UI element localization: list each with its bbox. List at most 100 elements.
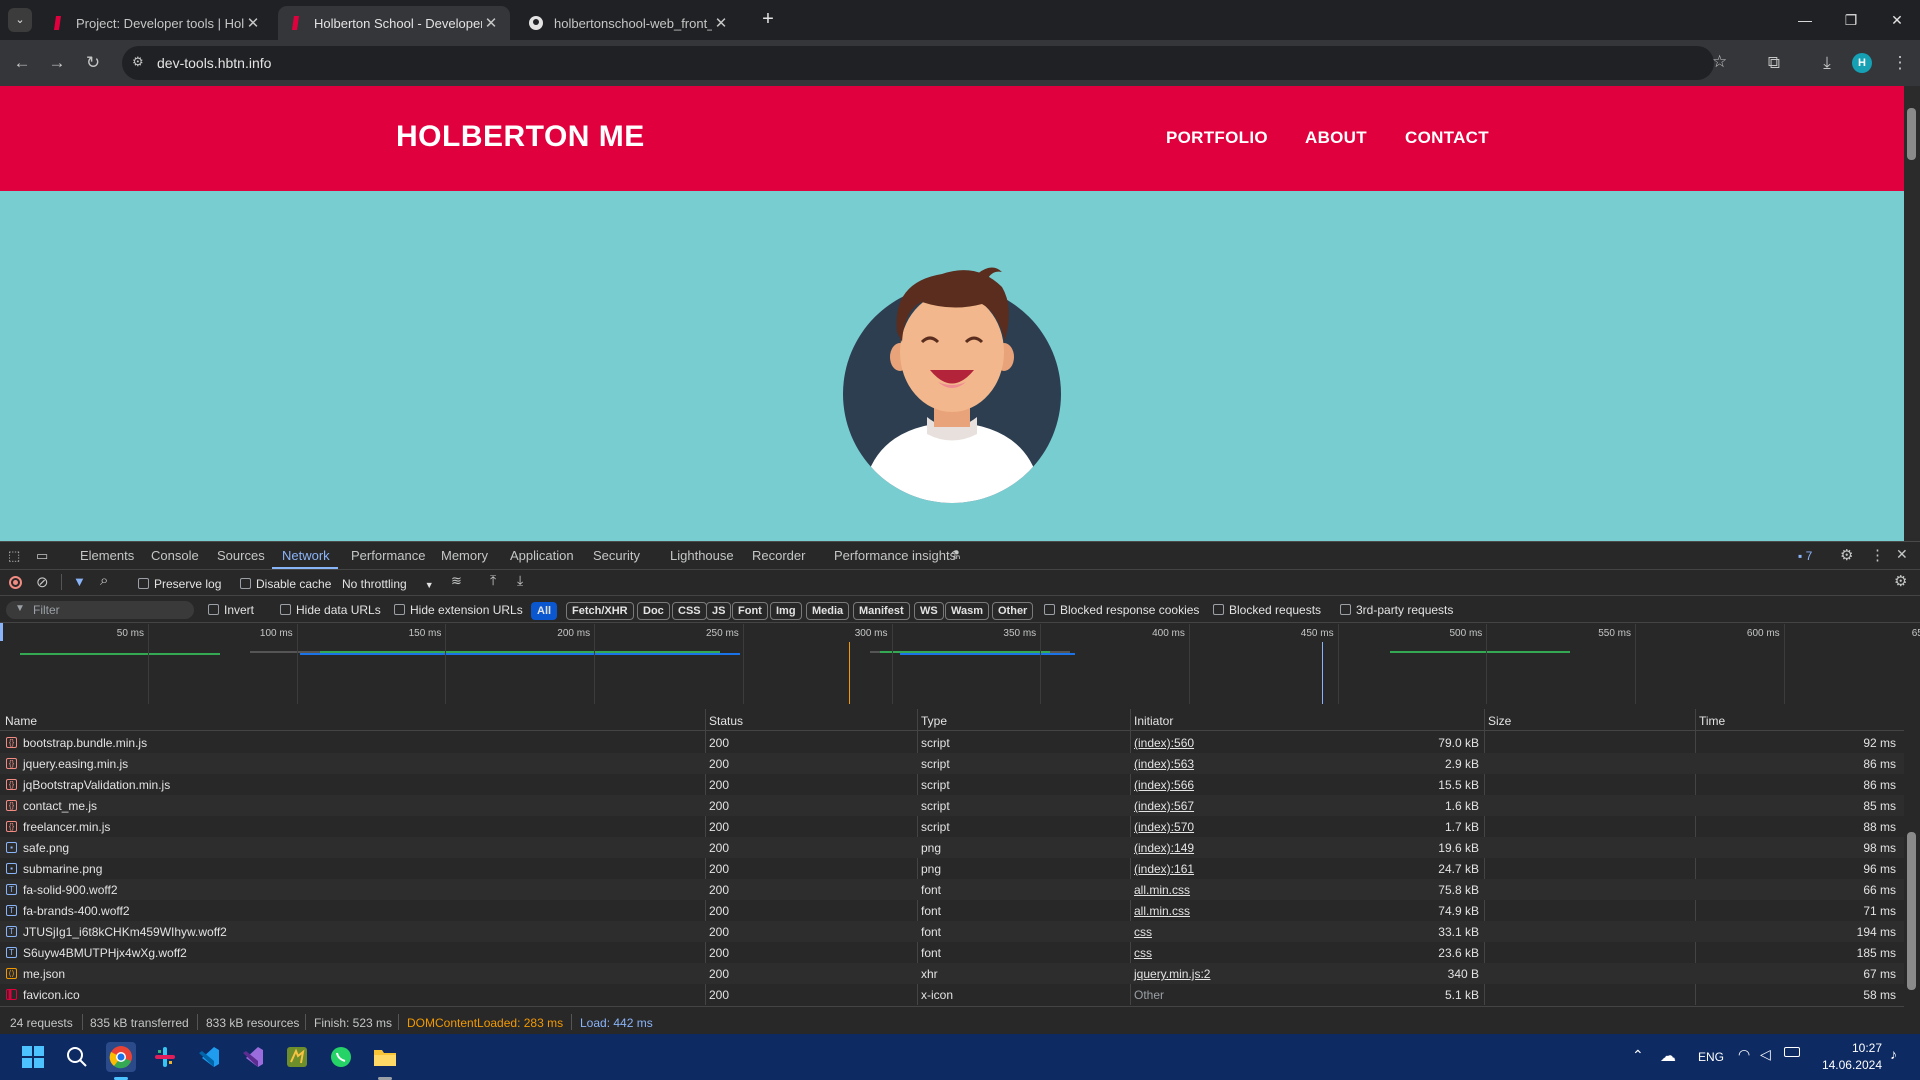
minimize-window-button[interactable]: —	[1782, 8, 1828, 32]
whatsapp-icon[interactable]	[326, 1042, 356, 1072]
type-filter-all[interactable]: All	[531, 602, 558, 620]
cell-initiator[interactable]: Other	[1134, 988, 1164, 1002]
bookmark-star-icon[interactable]: ☆	[1712, 52, 1727, 72]
extensions-icon[interactable]: ⧉	[1762, 53, 1786, 73]
search-icon[interactable]	[62, 1042, 92, 1072]
notifications-bell-icon[interactable]: ♪	[1890, 1046, 1897, 1062]
chrome-icon[interactable]	[106, 1042, 136, 1072]
blocked-requests-checkbox[interactable]: Blocked requests	[1213, 603, 1321, 617]
type-filter-other[interactable]: Other	[992, 602, 1034, 620]
cell-initiator[interactable]: (index):161	[1134, 862, 1194, 876]
table-row[interactable]: ▪ submarine.png 200 png (index):161 24.7 kB 96…	[0, 858, 1904, 879]
issues-badge[interactable]: ▪ 7	[1798, 549, 1812, 563]
restore-window-button[interactable]: ❐	[1828, 8, 1874, 32]
download-icon[interactable]: ⤓	[1815, 53, 1839, 73]
timeline-handle-left[interactable]	[0, 623, 3, 641]
close-tab-icon[interactable]: ✕	[712, 14, 730, 32]
devtools-settings-icon[interactable]: ⚙	[1840, 546, 1853, 564]
cell-initiator[interactable]: jquery.min.js:2	[1134, 967, 1210, 981]
back-icon[interactable]: ←	[10, 53, 34, 73]
network-settings-icon[interactable]: ⚙	[1894, 572, 1907, 590]
close-tab-icon[interactable]: ✕	[482, 14, 500, 32]
profile-avatar[interactable]: H	[1852, 53, 1872, 73]
table-row[interactable]: T S6uyw4BMUTPHjx4wXg.woff2 200 font css 23.6 …	[0, 942, 1904, 963]
type-filter-js[interactable]: JS	[706, 602, 732, 620]
clear-icon[interactable]: ⊘	[36, 573, 49, 591]
type-filter-font[interactable]: Font	[732, 602, 768, 620]
disable-cache-checkbox[interactable]: Disable cache	[240, 577, 331, 591]
table-row[interactable]: Tfa-solid-900.woff2 200 font all.min.css 75.…	[0, 879, 1904, 900]
filter-input[interactable]: ▼ Filter	[6, 601, 194, 619]
table-row[interactable]: ▌ favicon.ico 200 x-icon Other 5.1 kB 58 ms	[0, 984, 1904, 1005]
new-tab-button[interactable]: +	[756, 8, 780, 32]
type-filter-fetch-xhr[interactable]: Fetch/XHR	[566, 602, 634, 620]
site-info-icon[interactable]: ⚙	[132, 54, 144, 70]
devtools-menu-icon[interactable]: ⋮	[1870, 546, 1885, 564]
third-party-requests-checkbox[interactable]: 3rd-party requests	[1340, 603, 1453, 617]
search-icon[interactable]: ⌕	[100, 572, 108, 589]
devtools-tab-application[interactable]: Application	[510, 548, 574, 563]
close-tab-icon[interactable]: ✕	[244, 14, 262, 32]
column-header-type[interactable]: Type	[921, 714, 947, 728]
type-filter-css[interactable]: CSS	[672, 602, 707, 620]
vscode-icon[interactable]	[194, 1042, 224, 1072]
devtools-tab-security[interactable]: Security	[593, 548, 640, 563]
cell-initiator[interactable]: (index):563	[1134, 757, 1194, 771]
table-row[interactable]: {} bootstrap.bundle.min.js 200 script (index…	[0, 732, 1904, 753]
onedrive-cloud-icon[interactable]: ☁	[1660, 1046, 1676, 1066]
type-filter-media[interactable]: Media	[806, 602, 850, 620]
battery-icon[interactable]	[1784, 1047, 1800, 1057]
import-har-icon[interactable]: ⤒	[490, 572, 496, 589]
clock-time[interactable]: 10:27	[1832, 1041, 1882, 1055]
table-row[interactable]: ▪ safe.png 200 png (index):149 19.6 kB 98 ms	[0, 837, 1904, 858]
devtools-tab-recorder[interactable]: Recorder	[752, 548, 805, 563]
cell-initiator[interactable]: all.min.css	[1134, 904, 1190, 918]
hide-extension-urls-checkbox[interactable]: Hide extension URLs	[394, 603, 523, 617]
start-button[interactable]	[18, 1042, 48, 1072]
browser-menu-icon[interactable]: ⋮	[1888, 53, 1912, 73]
column-header-name[interactable]: Name	[5, 714, 37, 728]
nav-link-about[interactable]: ABOUT	[1305, 128, 1367, 148]
address-bar[interactable]: ⚙ dev-tools.hbtn.info ☆	[122, 46, 1727, 80]
language-indicator[interactable]: ENG	[1698, 1050, 1724, 1064]
page-scrollbar-thumb[interactable]	[1907, 108, 1916, 160]
table-row[interactable]: {} jquery.easing.min.js 200 script (index):5…	[0, 753, 1904, 774]
throttling-select[interactable]: No throttling ▼	[342, 577, 434, 591]
type-filter-doc[interactable]: Doc	[637, 602, 670, 620]
column-header-size[interactable]: Size	[1488, 714, 1511, 728]
devtools-tab-console[interactable]: Console	[151, 548, 199, 563]
table-row[interactable]: {} jqBootstrapValidation.min.js 200 script (…	[0, 774, 1904, 795]
show-hidden-icons-chevron-icon[interactable]: ⌃	[1632, 1047, 1644, 1064]
devtools-tab-sources[interactable]: Sources	[217, 548, 265, 563]
table-scrollbar-thumb[interactable]	[1907, 832, 1916, 990]
inspect-element-icon[interactable]: ⬚	[8, 548, 24, 564]
browser-tab-project[interactable]: Project: Developer tools | Holbe ✕	[40, 6, 272, 40]
browser-tab-github[interactable]: holbertonschool-web_front_end ✕	[518, 6, 740, 40]
devtools-tab-network[interactable]: Network	[282, 548, 330, 563]
column-header-time[interactable]: Time	[1699, 714, 1725, 728]
clock-date[interactable]: 14.06.2024	[1812, 1058, 1882, 1072]
device-toolbar-icon[interactable]: ▭	[36, 548, 52, 564]
devtools-tab-performance-insights[interactable]: Performance insights	[834, 548, 956, 563]
table-row[interactable]: ⟨⟩ me.json 200 xhr jquery.min.js:2 340 B 67 ms	[0, 963, 1904, 984]
wifi-icon[interactable]: ◠	[1738, 1046, 1750, 1063]
nav-link-contact[interactable]: CONTACT	[1405, 128, 1489, 148]
app-icon[interactable]	[282, 1042, 312, 1072]
cell-initiator[interactable]: css	[1134, 946, 1152, 960]
slack-icon[interactable]	[150, 1042, 180, 1072]
tab-search-button[interactable]: ⌄	[8, 8, 32, 32]
cell-initiator[interactable]: (index):566	[1134, 778, 1194, 792]
table-row[interactable]: T JTUSjIg1_i6t8kCHKm459WIhyw.woff2 200 font…	[0, 921, 1904, 942]
export-har-icon[interactable]: ⤓	[517, 572, 523, 589]
forward-icon[interactable]: →	[45, 53, 69, 73]
nav-link-portfolio[interactable]: PORTFOLIO	[1166, 128, 1268, 148]
column-header-initiator[interactable]: Initiator	[1134, 714, 1173, 728]
type-filter-ws[interactable]: WS	[914, 602, 944, 620]
devtools-tab-lighthouse[interactable]: Lighthouse	[670, 548, 734, 563]
devtools-close-icon[interactable]: ✕	[1896, 546, 1908, 563]
reload-icon[interactable]: ↻	[81, 53, 105, 73]
invert-checkbox[interactable]: Invert	[208, 603, 254, 617]
cell-initiator[interactable]: css	[1134, 925, 1152, 939]
preserve-log-checkbox[interactable]: Preserve log	[138, 577, 221, 591]
table-row[interactable]: Tfa-brands-400.woff2 200 font all.min.css 74…	[0, 900, 1904, 921]
